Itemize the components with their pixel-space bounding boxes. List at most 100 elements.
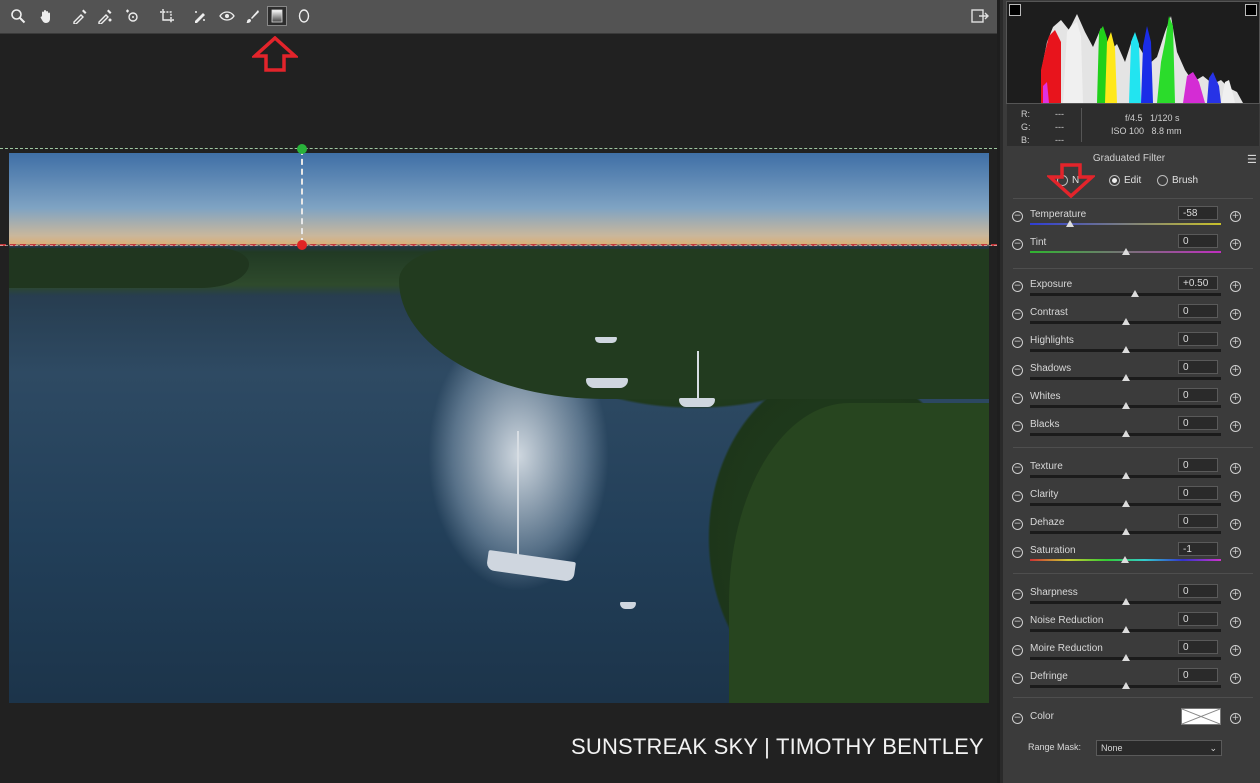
mode-brush[interactable]: Brush <box>1157 175 1198 186</box>
highlight-clipping-warning-icon[interactable] <box>1245 4 1257 16</box>
clarity-value-field[interactable]: 0 <box>1178 486 1218 500</box>
contrast-increase-icon[interactable]: + <box>1230 309 1241 320</box>
zoom-icon[interactable] <box>8 6 28 26</box>
gradient-center-line[interactable] <box>301 149 303 244</box>
photo-island-right <box>399 249 989 399</box>
whites-decrease-icon[interactable]: − <box>1012 393 1023 404</box>
gradient-start-pin[interactable] <box>297 144 307 154</box>
sharpness-value-field[interactable]: 0 <box>1178 584 1218 598</box>
temperature-decrease-icon[interactable]: − <box>1012 211 1023 222</box>
highlights-increase-icon[interactable]: + <box>1230 337 1241 348</box>
temperature-value-field[interactable]: -58 <box>1178 206 1218 220</box>
exposure-slider-track[interactable] <box>1030 293 1221 296</box>
color-decrease-icon[interactable]: − <box>1012 713 1023 724</box>
exposure-decrease-icon[interactable]: − <box>1012 281 1023 292</box>
contrast-slider-thumb[interactable] <box>1121 318 1130 325</box>
saturation-decrease-icon[interactable]: − <box>1012 547 1023 558</box>
blacks-increase-icon[interactable]: + <box>1230 421 1241 432</box>
clarity-decrease-icon[interactable]: − <box>1012 491 1023 502</box>
b-label: B: <box>1021 135 1030 145</box>
highlights-value-field[interactable]: 0 <box>1178 332 1218 346</box>
sharpness-decrease-icon[interactable]: − <box>1012 589 1023 600</box>
saturation-slider-thumb[interactable] <box>1120 556 1129 563</box>
gradient-start-line[interactable] <box>0 148 997 149</box>
sharpness-slider-thumb[interactable] <box>1121 598 1130 605</box>
defringe-slider-thumb[interactable] <box>1121 682 1130 689</box>
spot-removal-icon[interactable] <box>190 6 210 26</box>
defringe-value-field[interactable]: 0 <box>1178 668 1218 682</box>
tint-value-field[interactable]: 0 <box>1178 234 1218 248</box>
mode-brush-radio[interactable] <box>1157 175 1168 186</box>
straighten-icon[interactable] <box>157 6 177 26</box>
color-increase-icon[interactable]: + <box>1230 713 1241 724</box>
dehaze-slider-thumb[interactable] <box>1121 528 1130 535</box>
contrast-value-field[interactable]: 0 <box>1178 304 1218 318</box>
dehaze-decrease-icon[interactable]: − <box>1012 519 1023 530</box>
temperature-slider-thumb[interactable] <box>1066 220 1075 227</box>
tint-slider-thumb[interactable] <box>1121 248 1130 255</box>
blacks-decrease-icon[interactable]: − <box>1012 421 1023 432</box>
defringe-decrease-icon[interactable]: − <box>1012 673 1023 684</box>
texture-increase-icon[interactable]: + <box>1230 463 1241 474</box>
noise-reduction-slider-thumb[interactable] <box>1121 626 1130 633</box>
exposure-slider-thumb[interactable] <box>1131 290 1140 297</box>
graduated-filter-icon[interactable] <box>267 6 287 26</box>
moire-reduction-slider-thumb[interactable] <box>1121 654 1130 661</box>
blacks-value-field[interactable]: 0 <box>1178 416 1218 430</box>
tint-label: Tint <box>1030 237 1047 248</box>
color-sampler-icon[interactable] <box>95 6 115 26</box>
saturation-increase-icon[interactable]: + <box>1230 547 1241 558</box>
temperature-slider-track[interactable] <box>1030 223 1221 225</box>
tint-decrease-icon[interactable]: − <box>1012 239 1023 250</box>
photo-preview[interactable] <box>9 153 989 703</box>
photo-island-left <box>9 248 249 288</box>
shadows-increase-icon[interactable]: + <box>1230 365 1241 376</box>
shadow-clipping-warning-icon[interactable] <box>1009 4 1021 16</box>
highlights-slider-thumb[interactable] <box>1121 346 1130 353</box>
hand-icon[interactable] <box>36 6 56 26</box>
noise-reduction-increase-icon[interactable]: + <box>1230 617 1241 628</box>
adjustment-brush-icon[interactable] <box>242 6 262 26</box>
radial-filter-icon[interactable] <box>294 6 314 26</box>
texture-slider-thumb[interactable] <box>1121 472 1130 479</box>
texture-decrease-icon[interactable]: − <box>1012 463 1023 474</box>
temperature-increase-icon[interactable]: + <box>1230 211 1241 222</box>
targeted-adjustment-icon[interactable] <box>122 6 142 26</box>
range-mask-select[interactable]: None ⌄ <box>1096 740 1222 756</box>
red-eye-icon[interactable] <box>217 6 237 26</box>
mode-edit-radio[interactable] <box>1109 175 1120 186</box>
highlights-decrease-icon[interactable]: − <box>1012 337 1023 348</box>
clarity-increase-icon[interactable]: + <box>1230 491 1241 502</box>
dehaze-value-field[interactable]: 0 <box>1178 514 1218 528</box>
gradient-end-pin[interactable] <box>297 240 307 250</box>
sharpness-increase-icon[interactable]: + <box>1230 589 1241 600</box>
gradient-end-line[interactable] <box>0 244 997 246</box>
color-swatch[interactable] <box>1181 708 1221 725</box>
mode-edit[interactable]: Edit <box>1109 175 1141 186</box>
shadows-slider-thumb[interactable] <box>1121 374 1130 381</box>
whites-increase-icon[interactable]: + <box>1230 393 1241 404</box>
tint-increase-icon[interactable]: + <box>1230 239 1241 250</box>
saturation-value-field[interactable]: -1 <box>1178 542 1218 556</box>
noise-reduction-decrease-icon[interactable]: − <box>1012 617 1023 628</box>
blacks-slider-thumb[interactable] <box>1121 430 1130 437</box>
moire-reduction-increase-icon[interactable]: + <box>1230 645 1241 656</box>
whites-slider-thumb[interactable] <box>1121 402 1130 409</box>
clarity-label: Clarity <box>1030 489 1059 500</box>
defringe-increase-icon[interactable]: + <box>1230 673 1241 684</box>
white-balance-icon[interactable] <box>70 6 90 26</box>
noise-reduction-value-field[interactable]: 0 <box>1178 612 1218 626</box>
shadows-value-field[interactable]: 0 <box>1178 360 1218 374</box>
panel-menu-icon[interactable]: ☰ <box>1247 153 1257 166</box>
exposure-value-field[interactable]: +0.50 <box>1178 276 1218 290</box>
texture-value-field[interactable]: 0 <box>1178 458 1218 472</box>
clarity-slider-thumb[interactable] <box>1121 500 1130 507</box>
contrast-decrease-icon[interactable]: − <box>1012 309 1023 320</box>
moire-reduction-decrease-icon[interactable]: − <box>1012 645 1023 656</box>
exposure-increase-icon[interactable]: + <box>1230 281 1241 292</box>
whites-value-field[interactable]: 0 <box>1178 388 1218 402</box>
dehaze-increase-icon[interactable]: + <box>1230 519 1241 530</box>
open-preferences-icon[interactable] <box>971 8 989 24</box>
shadows-decrease-icon[interactable]: − <box>1012 365 1023 376</box>
moire-reduction-value-field[interactable]: 0 <box>1178 640 1218 654</box>
